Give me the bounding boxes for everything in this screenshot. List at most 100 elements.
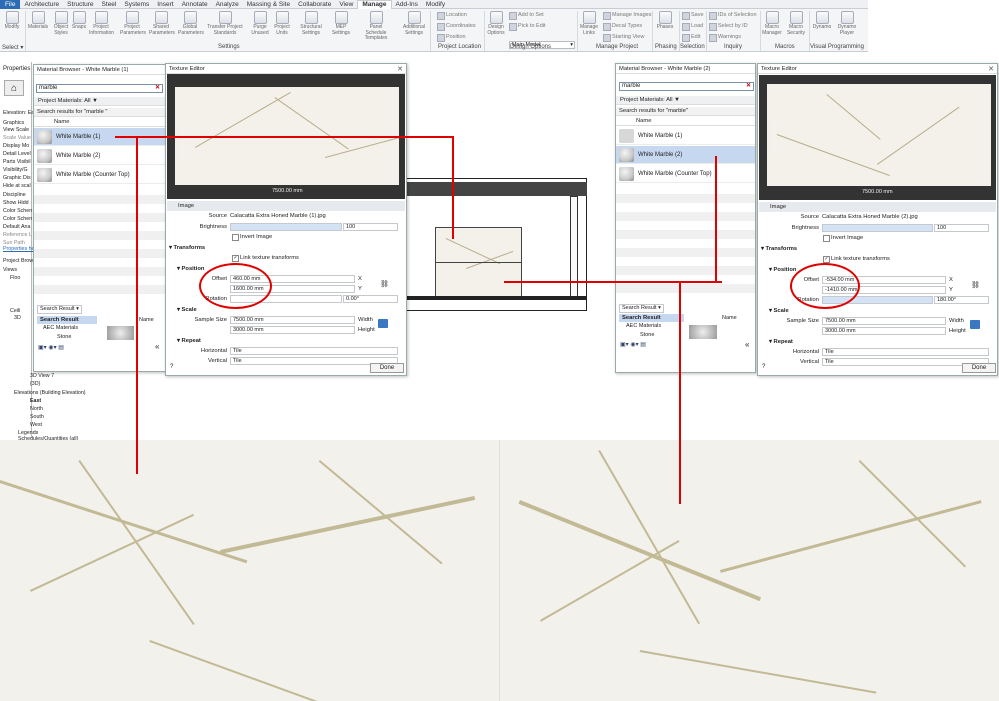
dynamo-player-button[interactable]: Dynamo Player <box>835 11 859 36</box>
collapse-arrow-icon[interactable]: « <box>155 342 159 351</box>
tab-collaborate[interactable]: Collaborate <box>294 0 335 9</box>
tab-massing-site[interactable]: Massing & Site <box>243 0 294 9</box>
shared-parameters-button[interactable]: Shared Parameters <box>149 11 175 36</box>
close-icon[interactable]: ✕ <box>397 65 403 73</box>
additional-settings-button[interactable]: Additional Settings <box>402 11 426 36</box>
project-materials-filter[interactable]: Project Materials: All ▼ <box>616 96 755 105</box>
position-section[interactable]: ▾ Position <box>769 267 796 273</box>
position-section[interactable]: ▾ Position <box>177 266 204 272</box>
brightness-slider[interactable] <box>822 224 933 232</box>
brightness-field[interactable]: 100 <box>934 224 989 232</box>
done-button[interactable]: Done <box>962 363 996 373</box>
save-selection-button[interactable]: Save <box>682 11 704 20</box>
modify-button[interactable]: Modify <box>0 11 24 31</box>
tree-aec-materials[interactable]: AEC Materials <box>626 323 661 329</box>
tab-add-ins[interactable]: Add-Ins <box>392 0 422 9</box>
repeat-section[interactable]: ▾ Repeat <box>177 338 201 344</box>
horizontal-repeat-select[interactable]: Tile <box>230 347 398 355</box>
phases-button[interactable]: Phases <box>653 11 677 31</box>
tree-stone[interactable]: Stone <box>57 334 71 340</box>
macro-security-button[interactable]: Macro Security <box>784 11 808 36</box>
browser-footer-icons[interactable]: ▣▾ ◉▾ ▤ <box>620 341 660 348</box>
search-result-dropdown[interactable]: Search Result ▾ <box>37 305 82 314</box>
material-search-input[interactable]: marble ✕ <box>36 84 163 93</box>
sample-width-field[interactable]: 7500.00 mm <box>230 316 355 324</box>
source-file[interactable]: Calacatta Extra Honed Marble (1).jpg <box>230 213 326 219</box>
home-icon[interactable]: ⌂ <box>4 80 24 96</box>
group-select[interactable]: Select ▾ <box>2 44 23 51</box>
tree-search-result[interactable]: Search Result <box>37 316 97 324</box>
tab-view[interactable]: View <box>335 0 357 9</box>
materials-button[interactable]: Materials <box>26 11 50 31</box>
tree-stone[interactable]: Stone <box>640 332 654 338</box>
tab-steel[interactable]: Steel <box>98 0 121 9</box>
manage-images-button[interactable]: Manage Images <box>603 11 651 20</box>
tab-manage[interactable]: Manage <box>357 0 392 9</box>
tab-file[interactable]: File <box>0 0 21 9</box>
global-parameters-button[interactable]: Global Parameters <box>178 11 204 36</box>
edit-selection-button[interactable]: Edit <box>682 33 700 42</box>
link-texture-transforms-checkbox[interactable]: Link texture transforms <box>823 256 890 263</box>
name-column-header[interactable]: Name <box>616 117 755 126</box>
manage-links-button[interactable]: Manage Links <box>577 11 601 36</box>
scale-section[interactable]: ▾ Scale <box>769 308 789 314</box>
tab-systems[interactable]: Systems <box>120 0 153 9</box>
clear-search-icon[interactable]: ✕ <box>746 83 751 90</box>
panel-schedule-templates-button[interactable]: Panel Schedule Templates <box>359 11 393 42</box>
material-item-white-marble-2[interactable]: White Marble (2) <box>616 146 755 164</box>
material-item-white-marble-2[interactable]: White Marble (2) <box>34 147 166 165</box>
tab-analyze[interactable]: Analyze <box>212 0 243 9</box>
project-parameters-button[interactable]: Project Parameters <box>120 11 146 36</box>
sample-height-field[interactable]: 3000.00 mm <box>230 326 355 334</box>
tab-insert[interactable]: Insert <box>153 0 177 9</box>
mep-settings-button[interactable]: MEP Settings <box>329 11 353 36</box>
macro-manager-button[interactable]: Macro Manager <box>760 11 784 36</box>
invert-image-checkbox[interactable]: Invert Image <box>823 235 863 242</box>
repeat-section[interactable]: ▾ Repeat <box>769 339 793 345</box>
transforms-section[interactable]: ▾ Transforms <box>169 245 205 251</box>
project-information-button[interactable]: Project Information <box>89 11 114 36</box>
link-chain-icon[interactable]: ⛓ <box>971 281 980 289</box>
purge-unused-button[interactable]: Purge Unused <box>248 11 272 36</box>
close-icon[interactable]: ✕ <box>988 65 994 73</box>
coordinates-button[interactable]: Coordinates <box>437 22 476 31</box>
structural-settings-button[interactable]: Structural Settings <box>299 11 323 36</box>
position-button[interactable]: Position <box>437 33 466 42</box>
design-options-button[interactable]: Design Options <box>484 11 508 36</box>
decal-types-button[interactable]: Decal Types <box>603 22 642 31</box>
add-to-set-button[interactable]: Add to Set <box>509 11 544 20</box>
sample-height-field[interactable]: 3000.00 mm <box>822 327 946 335</box>
done-button[interactable]: Done <box>370 363 404 373</box>
help-icon[interactable]: ? <box>170 364 173 370</box>
source-file[interactable]: Calacatta Extra Honed Marble (2).jpg <box>822 214 918 220</box>
tree-aec-materials[interactable]: AEC Materials <box>43 325 78 331</box>
horizontal-repeat-select[interactable]: Tile <box>822 348 989 356</box>
select-by-id-button[interactable]: Select by ID <box>709 22 748 31</box>
tab-annotate[interactable]: Annotate <box>178 0 212 9</box>
link-texture-transforms-checkbox[interactable]: Link texture transforms <box>232 255 299 262</box>
filter-icon[interactable]: ▼ <box>674 97 680 103</box>
sample-width-field[interactable]: 7500.00 mm <box>822 317 946 325</box>
material-item-white-marble-1[interactable]: White Marble (1) <box>616 127 755 145</box>
invert-image-checkbox[interactable]: Invert Image <box>232 234 272 241</box>
starting-view-button[interactable]: Starting View <box>603 33 644 42</box>
snaps-button[interactable]: Snaps <box>67 11 91 31</box>
warnings-button[interactable]: Warnings <box>709 33 741 42</box>
material-item-white-marble-counter-top[interactable]: White Marble (Counter Top) <box>616 165 755 183</box>
search-result-dropdown[interactable]: Search Result ▾ <box>619 304 664 313</box>
location-button[interactable]: Location <box>437 11 467 20</box>
lock-aspect-icon[interactable] <box>970 320 980 329</box>
tab-structure[interactable]: Structure <box>63 0 97 9</box>
pick-to-edit-button[interactable]: Pick to Edit <box>509 22 546 31</box>
material-search-input[interactable]: marble ✕ <box>619 82 754 91</box>
ids-of-selection-button[interactable]: IDs of Selection <box>709 11 757 20</box>
brightness-slider[interactable] <box>230 223 342 231</box>
transfer-project-standards-button[interactable]: Transfer Project Standards <box>207 11 243 36</box>
lock-aspect-icon[interactable] <box>378 319 388 328</box>
tab-architecture[interactable]: Architecture <box>20 0 63 9</box>
clear-search-icon[interactable]: ✕ <box>155 85 160 92</box>
image-section-header[interactable] <box>759 202 996 212</box>
browser-footer-icons[interactable]: ▣▾ ◉▾ ▤ <box>38 344 78 351</box>
project-units-button[interactable]: Project Units <box>270 11 294 36</box>
tree-search-result[interactable]: Search Result <box>619 314 684 322</box>
